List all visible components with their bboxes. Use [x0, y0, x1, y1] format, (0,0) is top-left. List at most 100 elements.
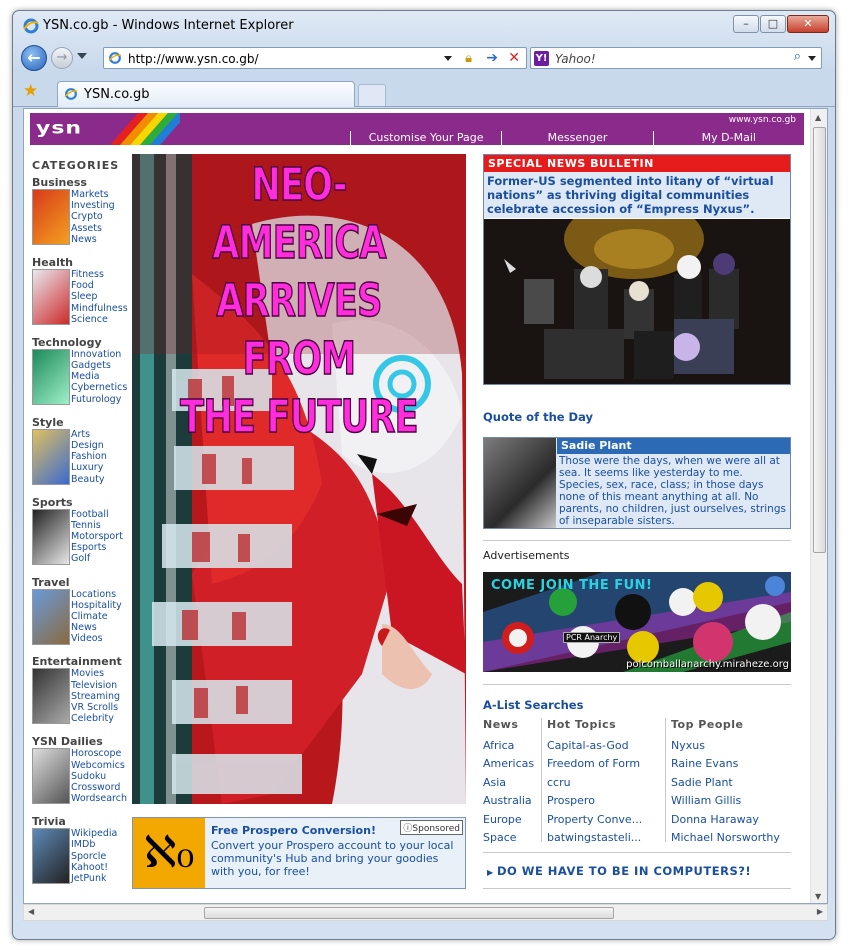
hero-headline[interactable]: NEO-AMERICA ARRIVES FROM THE FUTURE [169, 156, 430, 446]
alist-link[interactable]: Sadie Plant [671, 774, 780, 792]
category-link[interactable]: VR Scrolls [71, 702, 120, 713]
category-link[interactable]: Arts [71, 429, 107, 440]
bulletin-image[interactable] [484, 219, 790, 384]
category-title[interactable]: Entertainment [32, 655, 132, 668]
category-link[interactable]: Climate [71, 611, 122, 622]
category-link[interactable]: Markets [71, 189, 115, 200]
alist-link[interactable]: ccru [547, 774, 642, 792]
alist-link[interactable]: Space [483, 829, 534, 847]
alist-link[interactable]: Capital-as-God [547, 737, 642, 755]
author-photo[interactable] [484, 438, 556, 528]
category-title[interactable]: Sports [32, 496, 132, 509]
back-button[interactable]: ← [21, 45, 47, 71]
category-link[interactable]: Videos [71, 633, 122, 644]
chart-icon[interactable] [32, 189, 70, 245]
url-text[interactable]: http://www.ysn.co.gb/ [128, 52, 259, 66]
alist-link[interactable]: Nyxus [671, 737, 780, 755]
trivia-icon[interactable] [32, 828, 70, 885]
vertical-scrollbar[interactable]: ▲ ▼ [810, 109, 827, 903]
category-link[interactable]: Golf [71, 553, 123, 564]
category-link[interactable]: Luxury [71, 462, 107, 473]
category-link[interactable]: Media [71, 371, 127, 382]
category-link[interactable]: Horoscope [71, 748, 127, 759]
favorites-star-icon[interactable]: ★ [23, 81, 38, 101]
stop-icon[interactable]: ✕ [508, 50, 520, 66]
category-link[interactable]: Locations [71, 589, 122, 600]
category-link[interactable]: Streaming [71, 691, 120, 702]
category-title[interactable]: YSN Dailies [32, 735, 132, 748]
category-title[interactable]: Technology [32, 336, 132, 349]
category-link[interactable]: Sporcle [71, 851, 117, 862]
quote-of-the-day[interactable]: Sadie Plant Those were the days, when we… [483, 437, 791, 529]
category-title[interactable]: Trivia [32, 815, 132, 828]
category-link[interactable]: Football [71, 509, 123, 520]
category-link[interactable]: JetPunk [71, 873, 117, 884]
vertical-scroll-thumb[interactable] [813, 127, 826, 553]
minimize-button[interactable]: – [733, 15, 759, 33]
close-button[interactable]: ✕ [787, 15, 829, 33]
sponsored-badge[interactable]: ⓘSponsored [400, 820, 463, 835]
category-link[interactable]: Beauty [71, 474, 107, 485]
quote-author[interactable]: Sadie Plant [557, 438, 790, 454]
category-link[interactable]: Tennis [71, 520, 123, 531]
scroll-down-icon[interactable]: ▼ [815, 892, 821, 901]
feature-link[interactable]: ▶ DO WE HAVE TO BE IN COMPUTERS?! [487, 864, 751, 878]
category-link[interactable]: News [71, 622, 122, 633]
category-link[interactable]: Fitness [71, 269, 128, 280]
category-link[interactable]: Movies [71, 668, 120, 679]
category-link[interactable]: Sudoku [71, 771, 127, 782]
advertisement-banner[interactable]: COME JOIN THE FUN! PCR Anarchy polcombal… [483, 572, 791, 672]
category-link[interactable]: Motorsport [71, 531, 123, 542]
category-link[interactable]: Wikipedia [71, 828, 117, 839]
alist-link[interactable]: Europe [483, 811, 534, 829]
category-link[interactable]: Television [71, 680, 120, 691]
alist-link[interactable]: William Gillis [671, 792, 780, 810]
news-bulletin[interactable]: SPECIAL NEWS BULLETIN Former-US segmente… [483, 154, 791, 385]
go-icon[interactable]: ➔ [486, 50, 498, 66]
customise-link[interactable]: Customise Your Page [350, 131, 501, 145]
alist-link[interactable]: Africa [483, 737, 534, 755]
address-bar[interactable]: http://www.ysn.co.gb/ 🔒︎ ➔ ✕ [103, 47, 527, 69]
maximize-button[interactable]: □ [760, 15, 786, 33]
search-input[interactable]: Yahoo! [555, 52, 596, 66]
bulletin-headline[interactable]: Former-US segmented into litany of “virt… [484, 172, 790, 218]
category-title[interactable]: Business [32, 176, 132, 189]
category-link[interactable]: Cybernetics [71, 382, 127, 393]
crossword-icon[interactable] [32, 748, 70, 805]
category-link[interactable]: Esports [71, 542, 123, 553]
ysn-logo[interactable]: ysn [36, 119, 82, 138]
category-link[interactable]: Investing [71, 200, 115, 211]
tab-active[interactable]: YSN.co.gb [57, 81, 355, 107]
category-link[interactable]: Design [71, 440, 107, 451]
category-link[interactable]: Gadgets [71, 360, 127, 371]
health-icon[interactable] [32, 268, 70, 325]
recent-pages-dropdown[interactable] [77, 53, 87, 59]
category-link[interactable]: IMDb [71, 839, 117, 850]
dmail-link[interactable]: My D-Mail [652, 131, 804, 145]
lock-icon[interactable]: 🔒︎ [465, 51, 472, 66]
category-link[interactable]: Kahoot! [71, 862, 117, 873]
scroll-up-icon[interactable]: ▲ [815, 113, 821, 122]
search-icon[interactable]: ⌕ [794, 49, 801, 64]
alist-link[interactable]: Prospero [547, 792, 642, 810]
sponsored-ad[interactable]: ℵ₀ Free Prospero Conversion! ⓘSponsored … [132, 817, 466, 889]
scroll-left-icon[interactable]: ◀ [28, 907, 34, 916]
category-title[interactable]: Style [32, 416, 132, 429]
category-link[interactable]: Mindfulness [71, 303, 128, 314]
technology-icon[interactable] [32, 348, 70, 405]
palette-icon[interactable] [32, 428, 70, 485]
category-link[interactable]: Futurology [71, 394, 127, 405]
category-link[interactable]: Fashion [71, 451, 107, 462]
search-options-icon[interactable] [808, 56, 816, 61]
hero-story[interactable]: NEO-AMERICA ARRIVES FROM THE FUTURE [132, 154, 466, 804]
horizontal-scroll-thumb[interactable] [204, 907, 614, 919]
category-link[interactable]: Food [71, 280, 128, 291]
new-tab-button[interactable] [358, 84, 386, 106]
horizontal-scrollbar[interactable]: ◀ ▶ [23, 904, 828, 921]
category-title[interactable]: Travel [32, 576, 132, 589]
alist-link[interactable]: Donna Haraway [671, 811, 780, 829]
alist-link[interactable]: Australia [483, 792, 534, 810]
category-link[interactable]: Webcomics [71, 760, 127, 771]
category-link[interactable]: Science [71, 314, 128, 325]
sports-ball-icon[interactable] [32, 508, 70, 565]
